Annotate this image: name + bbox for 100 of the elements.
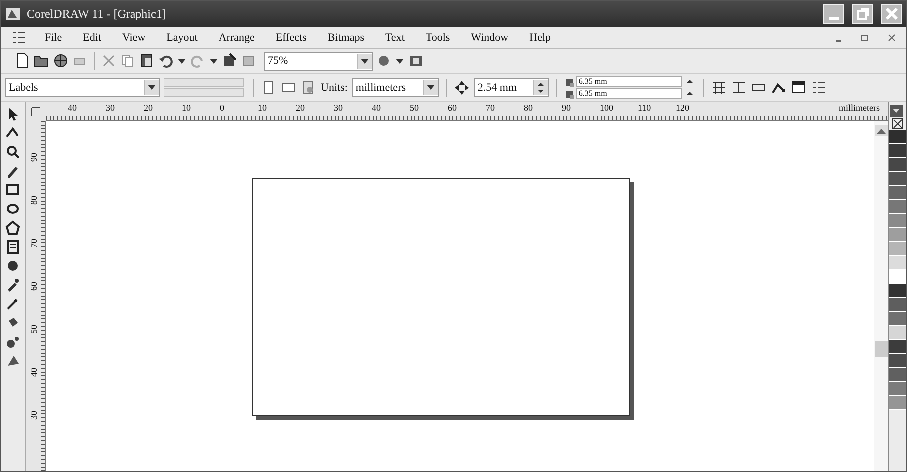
restore-icon[interactable] <box>861 32 869 42</box>
ruler-label: 0 <box>220 102 226 114</box>
color-swatch[interactable] <box>889 200 906 214</box>
text-frame-icon[interactable] <box>5 239 21 255</box>
ruler-label: 40 <box>372 102 382 114</box>
ruler-origin-icon[interactable] <box>30 106 42 118</box>
color-swatch[interactable] <box>889 270 906 284</box>
close-icon <box>884 6 900 22</box>
menu-item[interactable]: Layout <box>166 32 199 44</box>
ruler-label: 30 <box>28 410 40 422</box>
scroll-thumb[interactable] <box>874 341 888 357</box>
color-swatch[interactable] <box>889 354 906 368</box>
list-icon[interactable] <box>810 80 827 96</box>
ruler-label: 50 <box>28 324 40 336</box>
ruler-label: 60 <box>448 102 458 114</box>
menu-item[interactable]: View <box>121 32 147 44</box>
color-swatch[interactable] <box>889 396 906 410</box>
color-swatch[interactable] <box>889 144 906 158</box>
menu-item[interactable]: Bitmaps <box>326 32 366 44</box>
menu-item[interactable]: Edit <box>82 32 102 44</box>
duplicate-offset-icon <box>564 88 574 98</box>
duplicate-offset-field[interactable]: 6.35 mm <box>576 76 682 87</box>
magnifier-icon[interactable] <box>5 144 21 160</box>
caret-icon[interactable] <box>209 58 219 64</box>
caret-icon[interactable] <box>177 58 187 64</box>
ruler-label: 30 <box>106 102 116 114</box>
close-icon[interactable] <box>888 32 896 42</box>
color-swatch[interactable] <box>889 284 906 298</box>
color-swatch[interactable] <box>889 326 906 340</box>
document-menu-icon[interactable] <box>11 30 25 46</box>
ruler-label: 90 <box>562 102 572 114</box>
paper-type-dropdown[interactable]: Labels <box>5 78 160 97</box>
menu-item[interactable]: File <box>44 32 64 44</box>
caret-icon <box>147 85 157 90</box>
app-window-icon[interactable] <box>408 53 424 69</box>
ruler-label: 110 <box>638 102 652 114</box>
color-swatch[interactable] <box>889 340 906 354</box>
ellipse-icon[interactable] <box>5 201 21 217</box>
caret-icon <box>360 58 370 64</box>
paper-type-value: Labels <box>9 82 38 94</box>
ruler-label: 40 <box>68 102 78 114</box>
menu-item[interactable]: Window <box>470 32 510 44</box>
ruler-label: 70 <box>486 102 496 114</box>
color-swatch[interactable] <box>889 186 906 200</box>
color-swatch[interactable] <box>889 298 906 312</box>
caret-icon <box>426 85 436 90</box>
ruler-label: 30 <box>334 102 344 114</box>
up-arrow-icon <box>876 128 886 134</box>
ruler-label: 40 <box>28 367 40 379</box>
units-value: millimeters <box>356 82 406 94</box>
nudge-value: 2.54 mm <box>478 82 518 94</box>
clipboard-icon[interactable] <box>139 53 155 69</box>
polygon-icon[interactable] <box>5 220 21 236</box>
ruler-label: 50 <box>410 102 420 114</box>
caret-icon[interactable] <box>395 58 405 64</box>
ruler-label: 120 <box>676 102 690 114</box>
menu-item[interactable]: Text <box>384 32 406 44</box>
zoom-dropdown[interactable]: 75% <box>264 52 373 70</box>
nudge-icon <box>454 80 470 96</box>
grid-icon[interactable] <box>710 80 727 96</box>
color-swatch[interactable] <box>889 312 906 326</box>
menu-item[interactable]: Help <box>528 32 552 44</box>
nudge-field[interactable]: 2.54 mm <box>474 78 549 97</box>
menu-item[interactable]: Effects <box>274 32 308 44</box>
rectangle-icon[interactable] <box>5 182 21 198</box>
ruler-label: 60 <box>28 281 40 293</box>
color-swatch[interactable] <box>889 228 906 242</box>
window-icon[interactable] <box>790 80 807 96</box>
vertical-scrollbar[interactable] <box>874 121 888 471</box>
ruler-label: 20 <box>296 102 306 114</box>
color-swatch[interactable] <box>889 242 906 256</box>
dimension-icon[interactable] <box>730 80 747 96</box>
units-dropdown[interactable]: millimeters <box>352 78 439 97</box>
color-swatch[interactable] <box>889 130 906 144</box>
ruler-label: 90 <box>28 152 40 164</box>
color-swatch[interactable] <box>889 172 906 186</box>
ruler-unit-label: millimeters <box>839 102 881 114</box>
new-page-icon[interactable] <box>15 53 31 69</box>
minimize-icon <box>828 17 838 20</box>
color-swatch[interactable] <box>889 368 906 382</box>
color-swatch[interactable] <box>889 158 906 172</box>
app-logo-icon <box>5 6 21 22</box>
color-swatch[interactable] <box>889 256 906 270</box>
globe-icon[interactable] <box>53 53 69 69</box>
units-label: Units: <box>321 82 348 94</box>
scroll-up-button[interactable] <box>874 125 888 136</box>
restore-icon <box>854 6 870 22</box>
zoom-value: 75% <box>268 55 288 67</box>
menu-item[interactable]: Tools <box>424 32 452 44</box>
window-title: CorelDRAW 11 - [Graphic1] <box>27 6 166 22</box>
ruler-label: 80 <box>524 102 534 114</box>
duplicate-offset-field[interactable]: 6.35 mm <box>576 88 682 99</box>
ruler-label: 10 <box>258 102 268 114</box>
menu-item[interactable]: Arrange <box>218 32 256 44</box>
ruler-label: 10 <box>182 102 192 114</box>
undo-icon[interactable] <box>158 53 174 69</box>
ruler-label: 20 <box>144 102 154 114</box>
color-swatch[interactable] <box>889 214 906 228</box>
color-swatch[interactable] <box>889 382 906 396</box>
palette-scroll-icon[interactable] <box>889 104 904 118</box>
